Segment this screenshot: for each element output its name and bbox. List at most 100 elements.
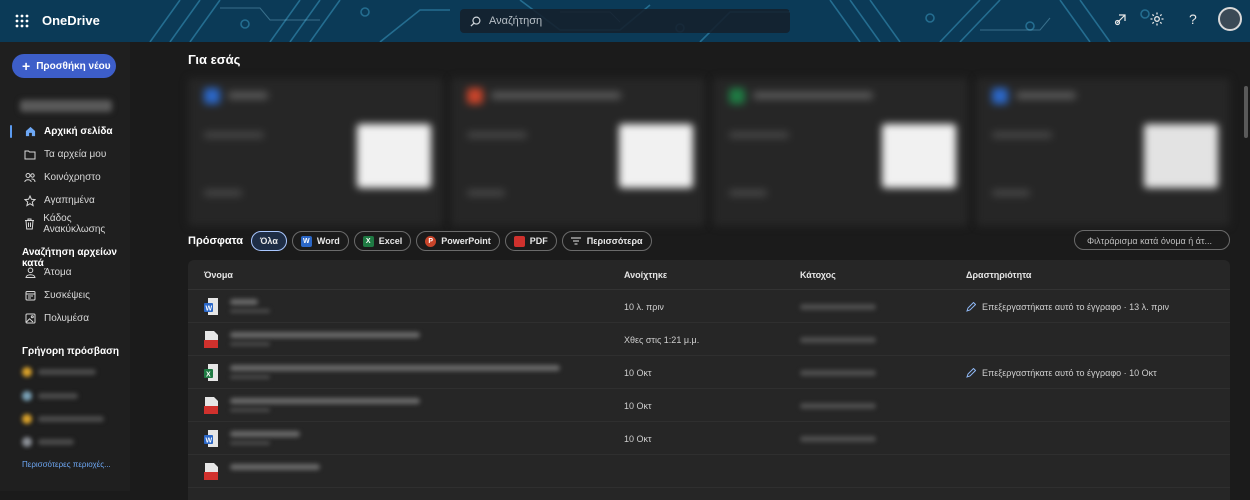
excel-file-icon: X (204, 364, 218, 381)
sidebar: + Προσθήκη νέου Αρχική σελίδα Τα αρχεία … (0, 42, 130, 491)
sidebar-item-people[interactable]: Άτομα (0, 261, 130, 284)
sidebar-item-label: Πολυμέσα (44, 313, 89, 324)
recent-files-table: Όνομα Ανοίχτηκε Κάτοχος Δραστηριότητα W … (188, 260, 1230, 500)
sidebar-item-label: Αρχική σελίδα (44, 126, 113, 137)
home-icon (24, 126, 36, 138)
sidebar-item-label: Αγαπημένα (44, 195, 95, 206)
table-row[interactable]: Χθες στις 1:21 μ.μ. (188, 323, 1230, 356)
pdf-file-icon (204, 463, 218, 480)
help-icon[interactable]: ? (1182, 8, 1204, 30)
svg-text:W: W (206, 306, 213, 313)
star-icon (24, 194, 36, 207)
sidebar-item-label: Κάδος Ανακύκλωσης (43, 212, 106, 235)
add-new-label: Προσθήκη νέου (36, 60, 111, 72)
edit-icon (966, 368, 976, 378)
powerpoint-icon: P (425, 235, 437, 247)
table-row[interactable]: W 10 λ. πριν Επεξεργαστήκατε αυτό το έγγ… (188, 290, 1230, 323)
svg-text:W: W (206, 438, 213, 445)
sidebar-item-label: Άτομα (44, 267, 72, 278)
trash-icon (24, 218, 35, 230)
word-file-icon: W (204, 430, 218, 447)
people-icon (24, 172, 36, 184)
suggested-file-card[interactable] (188, 78, 443, 226)
quick-access-item[interactable] (22, 391, 118, 401)
premium-icon[interactable] (1110, 8, 1132, 30)
filter-label: PowerPoint (441, 236, 491, 246)
activity-label: Επεξεργαστήκατε αυτό το έγγραφο · 13 λ. … (982, 302, 1170, 312)
sidebar-item-my-files[interactable]: Τα αρχεία μου (0, 143, 130, 166)
activity-label: Επεξεργαστήκατε αυτό το έγγραφο · 10 Οκτ (982, 368, 1157, 378)
word-icon: W (300, 235, 312, 247)
search-box[interactable] (460, 9, 790, 33)
top-right-icons: ? (1110, 7, 1242, 31)
filter-label: Όλα (260, 236, 278, 246)
pdf-icon (513, 235, 525, 247)
svg-text:X: X (206, 372, 211, 379)
word-file-icon: W (204, 298, 218, 315)
suggested-file-card[interactable] (450, 78, 705, 226)
column-owner[interactable]: Κάτοχος (800, 270, 836, 280)
column-activity[interactable]: Δραστηριότητα (966, 270, 1031, 280)
filter-label: Excel (378, 236, 403, 246)
more-places-link[interactable]: Περισσότερες περιοχές... (22, 460, 111, 469)
column-name[interactable]: Όνομα (204, 270, 233, 280)
table-row[interactable]: W 10 Οκτ (188, 422, 1230, 455)
opened-time: Χθες στις 1:21 μ.μ. (624, 335, 700, 345)
quick-access-item[interactable] (22, 367, 118, 377)
filter-all-button[interactable]: Όλα (251, 231, 287, 251)
filter-label: Περισσότερα (586, 236, 643, 246)
sidebar-item-label: Κοινόχρηστο (44, 172, 101, 183)
column-opened[interactable]: Ανοίχτηκε (624, 270, 667, 280)
recent-filter-bar: Πρόσφατα Όλα W Word X Excel P PowerPoint… (188, 230, 1230, 252)
quick-access-heading: Γρήγορη πρόσβαση (22, 346, 120, 357)
calendar-icon (24, 290, 36, 302)
page-scrollbar[interactable] (1244, 86, 1248, 138)
filter-icon (571, 236, 582, 247)
sidebar-item-media[interactable]: Πολυμέσα (0, 307, 130, 330)
search-input[interactable] (489, 15, 769, 27)
filter-word-button[interactable]: W Word (291, 231, 349, 251)
for-you-title: Για εσάς (188, 52, 241, 67)
image-icon (24, 313, 36, 325)
table-row[interactable]: 10 Οκτ (188, 389, 1230, 422)
suggested-file-card[interactable] (975, 78, 1230, 226)
edit-icon (966, 302, 976, 312)
gear-icon[interactable] (1146, 8, 1168, 30)
quick-access-item[interactable] (22, 414, 118, 424)
activity-text: Επεξεργαστήκατε αυτό το έγγραφο · 10 Οκτ (966, 368, 1157, 378)
svg-text:?: ? (1189, 11, 1197, 27)
table-row[interactable]: X 10 Οκτ Επεξεργαστήκατε αυτό το έγγραφο… (188, 356, 1230, 389)
app-brand[interactable]: OneDrive (42, 13, 100, 28)
opened-time: 10 λ. πριν (624, 302, 664, 312)
person-icon (24, 267, 36, 279)
filter-more-button[interactable]: Περισσότερα (561, 231, 652, 251)
for-you-cards (188, 78, 1230, 226)
filter-excel-button[interactable]: X Excel (353, 231, 412, 251)
sidebar-item-recycle-bin[interactable]: Κάδος Ανακύκλωσης (0, 212, 130, 235)
account-name-blurred (20, 100, 112, 112)
filter-by-name-input[interactable] (1075, 232, 1229, 250)
activity-text: Επεξεργαστήκατε αυτό το έγγραφο · 13 λ. … (966, 302, 1169, 312)
filter-powerpoint-button[interactable]: P PowerPoint (416, 231, 500, 251)
opened-time: 10 Οκτ (624, 401, 652, 411)
suggested-file-card[interactable] (713, 78, 968, 226)
quick-access-item[interactable] (22, 437, 118, 447)
avatar[interactable] (1218, 7, 1242, 31)
filter-by-name-box[interactable] (1074, 230, 1230, 250)
sidebar-item-home[interactable]: Αρχική σελίδα (0, 120, 130, 143)
waffle-icon[interactable] (10, 9, 34, 33)
plus-icon: + (22, 58, 31, 74)
recent-title: Πρόσφατα (188, 235, 243, 247)
add-new-button[interactable]: + Προσθήκη νέου (12, 54, 116, 78)
table-row[interactable] (188, 455, 1230, 488)
sidebar-item-favorites[interactable]: Αγαπημένα (0, 189, 130, 212)
filter-label: Word (316, 236, 340, 246)
sidebar-item-meetings[interactable]: Συσκέψεις (0, 284, 130, 307)
filter-label: PDF (529, 236, 548, 246)
sidebar-nav: Αρχική σελίδα Τα αρχεία μου Κοινόχρηστο … (0, 120, 130, 235)
opened-time: 10 Οκτ (624, 434, 652, 444)
filter-pdf-button[interactable]: PDF (504, 231, 557, 251)
excel-icon: X (362, 235, 374, 247)
sidebar-item-shared[interactable]: Κοινόχρηστο (0, 166, 130, 189)
sidebar-item-label: Τα αρχεία μου (44, 149, 107, 160)
